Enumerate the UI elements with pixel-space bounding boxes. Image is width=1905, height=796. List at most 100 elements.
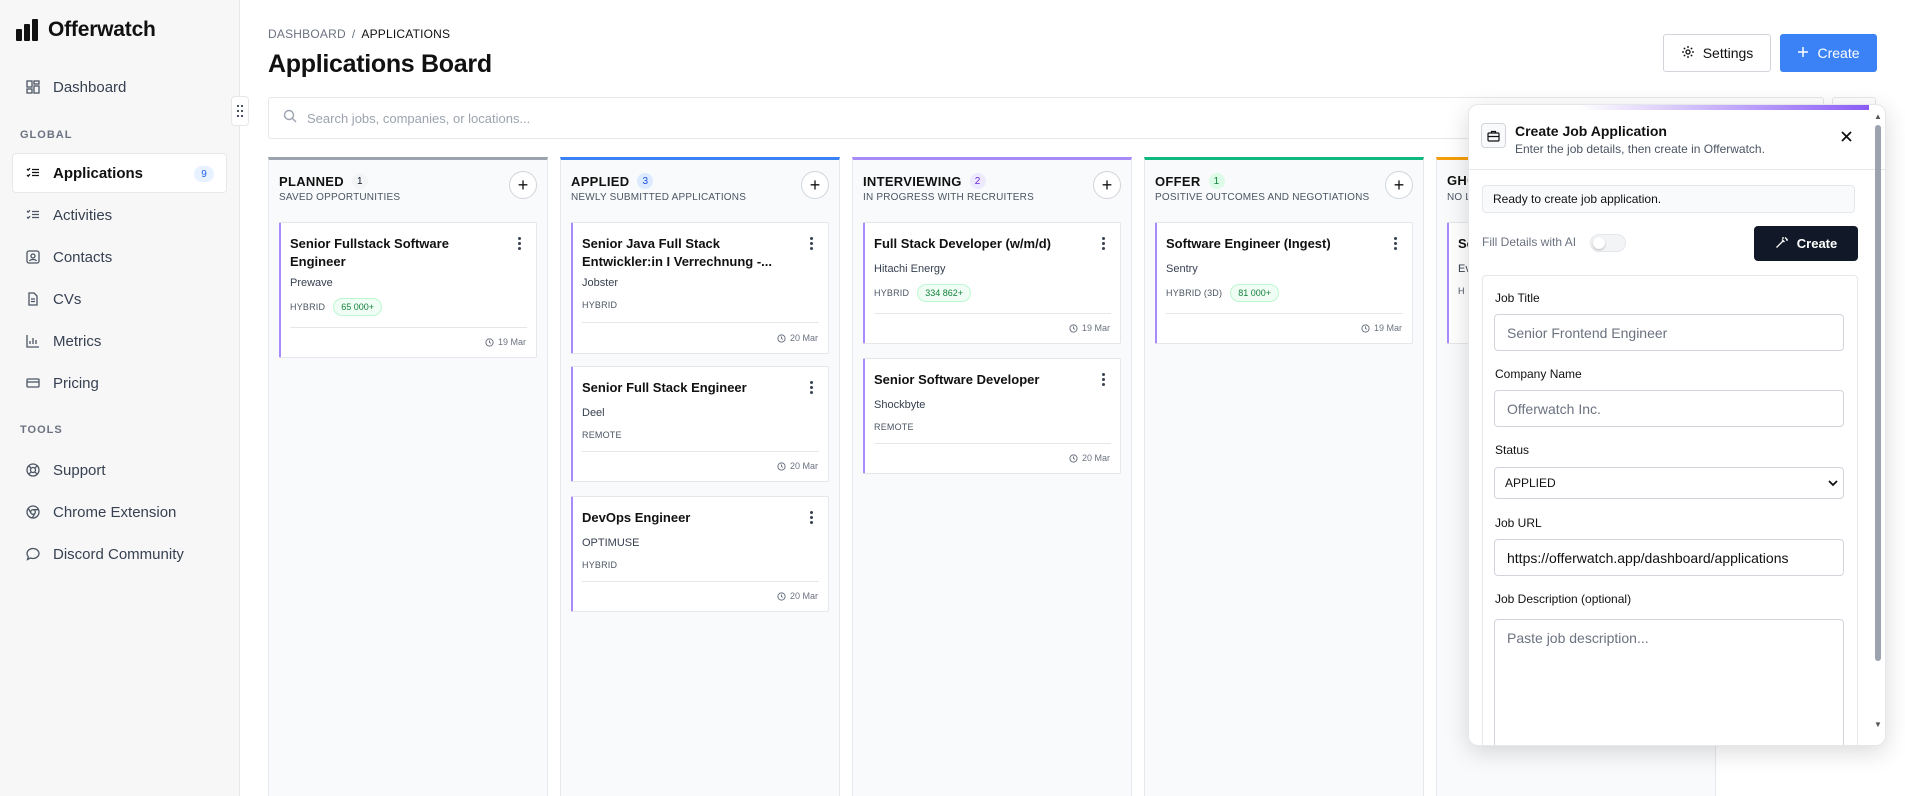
sidebar-item-discord-community[interactable]: Discord Community bbox=[12, 534, 227, 574]
card-location: H bbox=[1458, 286, 1465, 296]
scrollbar-thumb[interactable] bbox=[1875, 125, 1881, 661]
app-logo[interactable]: Offerwatch bbox=[16, 18, 156, 42]
sidebar-item-metrics[interactable]: Metrics bbox=[12, 321, 227, 361]
card-divider bbox=[874, 443, 1111, 444]
card-menu-icon[interactable] bbox=[1098, 371, 1108, 387]
create-application-button[interactable]: Create bbox=[1754, 226, 1858, 261]
column-applied: APPLIED 3 NEWLY SUBMITTED APPLICATIONS +… bbox=[560, 157, 840, 796]
card-date: 20 Mar bbox=[777, 333, 818, 343]
search-icon bbox=[283, 109, 297, 128]
card-location: REMOTE bbox=[582, 430, 622, 440]
card-menu-icon[interactable] bbox=[1390, 235, 1400, 251]
card-company: Deel bbox=[582, 407, 605, 419]
card-date-text: 20 Mar bbox=[1081, 453, 1110, 463]
applications-count-badge: 9 bbox=[194, 166, 214, 182]
card-meta: REMOTE bbox=[582, 430, 622, 440]
document-icon bbox=[25, 291, 41, 307]
job-card[interactable]: Senior Java Full Stack Entwickler:in I V… bbox=[571, 222, 829, 354]
card-location: HYBRID (3D) bbox=[1166, 288, 1223, 298]
scroll-down-icon[interactable]: ▼ bbox=[1873, 721, 1883, 729]
dashboard-icon bbox=[25, 79, 41, 95]
card-menu-icon[interactable] bbox=[806, 379, 816, 395]
settings-button[interactable]: Settings bbox=[1663, 34, 1771, 72]
card-meta: REMOTE bbox=[874, 422, 914, 432]
status-select[interactable]: APPLIED bbox=[1494, 467, 1844, 499]
fill-with-ai-toggle[interactable] bbox=[1590, 234, 1626, 252]
dialog-scrollbar[interactable]: ▲ ▼ bbox=[1873, 113, 1883, 735]
sidebar-item-contacts[interactable]: Contacts bbox=[12, 237, 227, 277]
company-name-label: Company Name bbox=[1495, 367, 1582, 381]
card-company: Jobster bbox=[582, 277, 619, 289]
card-title: Senior Fullstack Software Engineer bbox=[290, 236, 449, 269]
job-card[interactable]: Senior Full Stack Engineer Deel REMOTE 2… bbox=[571, 366, 829, 482]
job-card[interactable]: DevOps Engineer OPTIMUSE HYBRID 20 Mar bbox=[571, 496, 829, 612]
dialog-accent bbox=[1579, 105, 1869, 110]
add-card-button[interactable]: + bbox=[509, 171, 537, 199]
job-card[interactable]: Senior Software Developer Shockbyte REMO… bbox=[863, 358, 1121, 474]
card-title: Senior Full Stack Engineer bbox=[582, 380, 747, 395]
sidebar-item-dashboard[interactable]: Dashboard bbox=[12, 67, 227, 107]
search-input[interactable] bbox=[307, 110, 907, 126]
sidebar-item-label: Activities bbox=[53, 206, 113, 224]
column-count-badge: 3 bbox=[637, 173, 654, 189]
sidebar-resize-handle[interactable] bbox=[231, 96, 249, 126]
company-name-input[interactable] bbox=[1494, 390, 1844, 427]
magic-wand-icon bbox=[1775, 235, 1789, 252]
card-title: Senior Software Developer bbox=[874, 372, 1040, 387]
card-location: HYBRID bbox=[874, 288, 910, 298]
job-description-input[interactable] bbox=[1494, 619, 1844, 745]
chat-bubble-icon bbox=[25, 546, 41, 562]
add-card-button[interactable]: + bbox=[1093, 171, 1121, 199]
job-card[interactable]: Software Engineer (Ingest) Sentry HYBRID… bbox=[1155, 222, 1413, 344]
sidebar-item-cvs[interactable]: CVs bbox=[12, 279, 227, 319]
clock-icon bbox=[485, 337, 494, 347]
list-icon bbox=[25, 207, 41, 223]
create-button[interactable]: Create bbox=[1780, 34, 1877, 72]
card-date: 20 Mar bbox=[1069, 453, 1110, 463]
create-label: Create bbox=[1817, 45, 1860, 61]
card-company: Sentry bbox=[1166, 263, 1198, 275]
breadcrumb-separator: / bbox=[351, 27, 356, 41]
column-count-badge: 1 bbox=[1208, 173, 1225, 189]
job-title-input[interactable] bbox=[1494, 314, 1844, 351]
list-icon bbox=[25, 165, 41, 181]
job-card[interactable]: Full Stack Developer (w/m/d) Hitachi Ene… bbox=[863, 222, 1121, 344]
job-url-input[interactable] bbox=[1494, 539, 1844, 576]
card-divider bbox=[582, 451, 819, 452]
scroll-up-icon[interactable]: ▲ bbox=[1873, 113, 1883, 121]
sidebar-item-label: Dashboard bbox=[53, 78, 127, 96]
column-subtitle: SAVED OPPORTUNITIES bbox=[279, 192, 401, 203]
sidebar-item-applications[interactable]: Applications 9 bbox=[12, 153, 227, 193]
card-menu-icon[interactable] bbox=[806, 235, 816, 251]
card-menu-icon[interactable] bbox=[806, 509, 816, 525]
card-location: REMOTE bbox=[874, 422, 914, 432]
column-title: OFFER 1 bbox=[1155, 173, 1225, 189]
column-title-text: OFFER bbox=[1155, 173, 1201, 189]
fill-with-ai-label: Fill Details with AI bbox=[1482, 235, 1577, 249]
card-date-text: 20 Mar bbox=[789, 333, 818, 343]
job-card[interactable]: Senior Fullstack Software Engineer Prewa… bbox=[279, 222, 537, 358]
close-icon[interactable] bbox=[1837, 127, 1855, 145]
card-date-text: 20 Mar bbox=[789, 461, 818, 471]
card-divider bbox=[290, 327, 527, 328]
add-card-button[interactable]: + bbox=[1385, 171, 1413, 199]
tools-nav: Support Chrome Extension Discord Communi… bbox=[12, 450, 227, 574]
sidebar-item-chrome-extension[interactable]: Chrome Extension bbox=[12, 492, 227, 532]
card-company: Hitachi Energy bbox=[874, 263, 946, 275]
card-location: HYBRID bbox=[582, 560, 618, 570]
sidebar-item-activities[interactable]: Activities bbox=[12, 195, 227, 235]
sidebar-item-support[interactable]: Support bbox=[12, 450, 227, 490]
sidebar-item-label: Discord Community bbox=[53, 545, 184, 563]
sidebar-item-pricing[interactable]: Pricing bbox=[12, 363, 227, 403]
breadcrumb-dashboard[interactable]: DASHBOARD bbox=[268, 27, 346, 41]
card-menu-icon[interactable] bbox=[514, 235, 524, 251]
card-divider bbox=[1166, 313, 1403, 314]
status-label: Status bbox=[1495, 443, 1530, 457]
column-title: APPLIED 3 bbox=[571, 173, 654, 189]
job-url-label: Job URL bbox=[1495, 516, 1542, 530]
add-card-button[interactable]: + bbox=[801, 171, 829, 199]
card-date: 19 Mar bbox=[1361, 323, 1402, 333]
card-title: Senior Java Full Stack Entwickler:in I V… bbox=[582, 236, 772, 269]
app-root: Offerwatch Dashboard GLOBAL Applications… bbox=[0, 0, 1905, 796]
card-menu-icon[interactable] bbox=[1098, 235, 1108, 251]
